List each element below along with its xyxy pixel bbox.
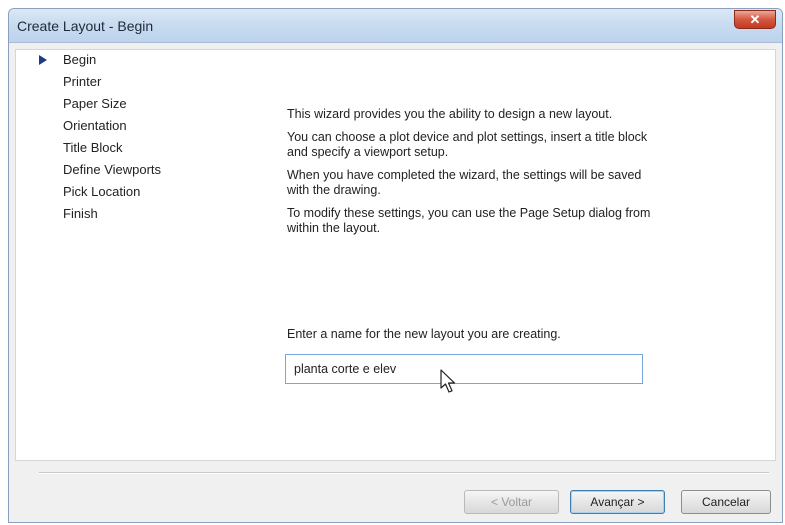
step-label: Printer (63, 74, 102, 89)
layout-name-prompt: Enter a name for the new layout you are … (287, 327, 561, 341)
step-define-viewports: Define Viewports (39, 159, 161, 181)
step-label: Title Block (63, 140, 123, 155)
wizard-description: This wizard provides you the ability to … (287, 107, 657, 244)
cancel-button[interactable]: Cancelar (681, 490, 771, 514)
step-printer: Printer (39, 71, 161, 93)
step-pick-location: Pick Location (39, 181, 161, 203)
close-button[interactable]: ✕ (734, 10, 776, 29)
description-paragraph: You can choose a plot device and plot se… (287, 130, 648, 159)
button-separator (39, 472, 769, 474)
description-paragraph: When you have completed the wizard, the … (287, 168, 642, 197)
window-title: Create Layout - Begin (17, 18, 154, 34)
back-button[interactable]: < Voltar (464, 490, 559, 514)
step-label: Pick Location (63, 184, 141, 199)
step-begin: Begin (39, 49, 161, 71)
step-orientation: Orientation (39, 115, 161, 137)
next-button[interactable]: Avançar > (570, 490, 665, 514)
step-label: Define Viewports (63, 162, 162, 177)
close-icon: ✕ (749, 12, 761, 27)
step-paper-size: Paper Size (39, 93, 161, 115)
step-label: Finish (63, 206, 98, 221)
layout-name-input[interactable] (285, 354, 643, 384)
step-label: Orientation (63, 118, 127, 133)
step-finish: Finish (39, 203, 161, 225)
step-title-block: Title Block (39, 137, 161, 159)
create-layout-dialog: Create Layout - Begin ✕ Begin Printer Pa… (8, 8, 783, 523)
description-paragraph: To modify these settings, you can use th… (287, 206, 651, 235)
current-step-arrow-icon (39, 55, 47, 65)
wizard-steps: Begin Printer Paper Size Orientation Tit… (39, 49, 161, 225)
mouse-cursor-icon (440, 369, 456, 393)
title-bar[interactable]: Create Layout - Begin ✕ (9, 9, 782, 43)
step-label: Begin (63, 52, 97, 67)
step-label: Paper Size (63, 96, 127, 111)
description-paragraph: This wizard provides you the ability to … (287, 107, 613, 121)
